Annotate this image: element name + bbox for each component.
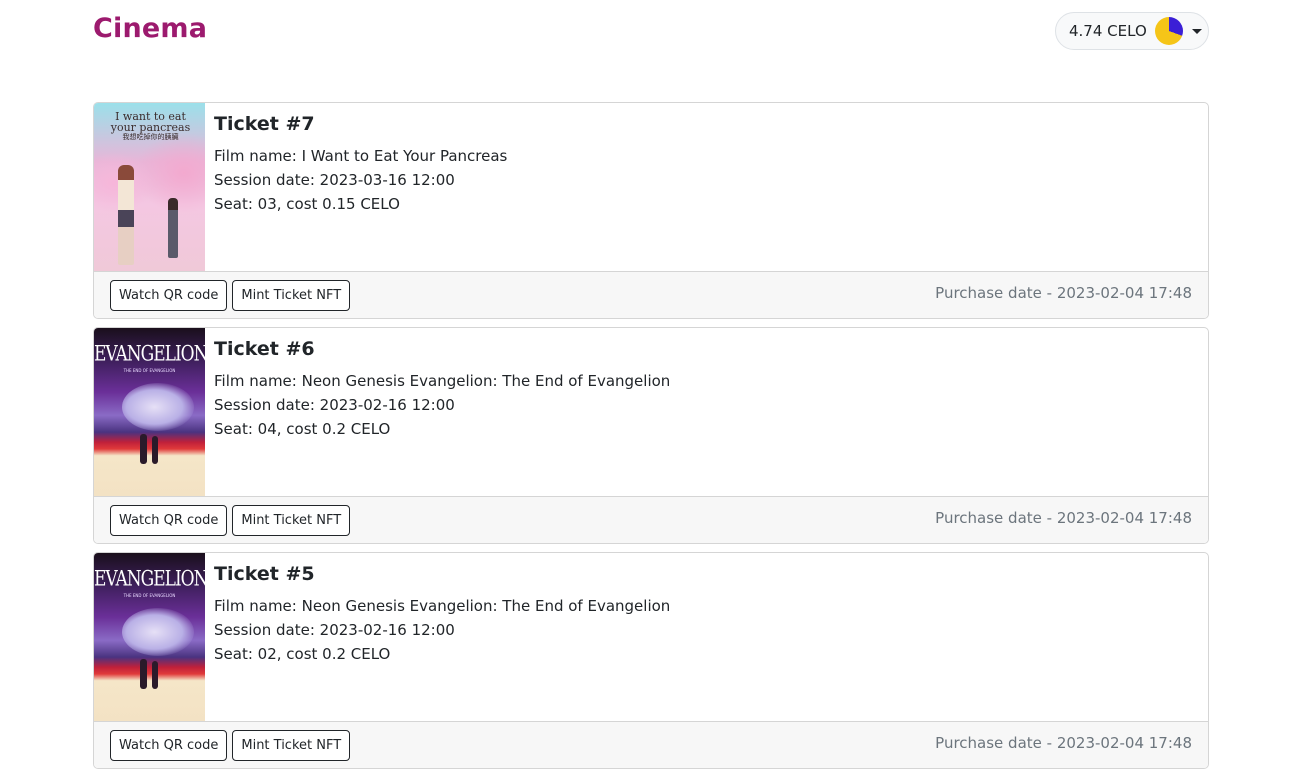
ticket-title: Ticket #6 (214, 338, 315, 360)
film-name: Film name: Neon Genesis Evangelion: The … (214, 372, 671, 390)
poster-title-line: your pancreas (110, 121, 191, 134)
poster-subtitle: THE END OF EVANGELION (123, 593, 176, 598)
poster-figure (122, 608, 194, 656)
film-poster: EVANGELION THE END OF EVANGELION (94, 328, 205, 496)
session-date: Session date: 2023-02-16 12:00 (214, 621, 455, 639)
ticket-card: EVANGELION THE END OF EVANGELION Ticket … (93, 552, 1209, 769)
poster-title-line: 我想吃掉你的胰臟 (122, 133, 179, 141)
ticket-card-body: EVANGELION THE END OF EVANGELION Ticket … (94, 328, 1208, 496)
poster-figure (140, 434, 147, 464)
ticket-title: Ticket #5 (214, 563, 315, 585)
session-date: Session date: 2023-03-16 12:00 (214, 171, 455, 189)
film-poster: I want to eat your pancreas 我想吃掉你的胰臟 (94, 103, 205, 271)
purchase-date: Purchase date - 2023-02-04 17:48 (935, 284, 1192, 302)
chevron-down-icon (1191, 28, 1202, 34)
poster-figure (152, 436, 158, 464)
watch-qr-button[interactable]: Watch QR code (110, 730, 228, 761)
ticket-info: Ticket #5 Film name: Neon Genesis Evange… (205, 553, 670, 721)
ticket-info: Ticket #6 Film name: Neon Genesis Evange… (205, 328, 670, 496)
ticket-card-body: I want to eat your pancreas 我想吃掉你的胰臟 Tic… (94, 103, 1208, 271)
mint-nft-button[interactable]: Mint Ticket NFT (232, 280, 351, 311)
ticket-title: Ticket #7 (214, 113, 315, 135)
purchase-date: Purchase date - 2023-02-04 17:48 (935, 509, 1192, 527)
ticket-card-footer: Watch QR code Mint Ticket NFT Purchase d… (94, 496, 1208, 543)
ticket-card-body: EVANGELION THE END OF EVANGELION Ticket … (94, 553, 1208, 721)
poster-figure (152, 661, 158, 689)
mint-nft-button[interactable]: Mint Ticket NFT (232, 730, 351, 761)
wallet-balance: 4.74 CELO (1069, 22, 1147, 40)
film-name: Film name: Neon Genesis Evangelion: The … (214, 597, 671, 615)
seat-cost: Seat: 04, cost 0.2 CELO (214, 420, 391, 438)
mint-nft-button[interactable]: Mint Ticket NFT (232, 505, 351, 536)
seat-cost: Seat: 03, cost 0.15 CELO (214, 195, 400, 213)
watch-qr-button[interactable]: Watch QR code (110, 505, 228, 536)
poster-title: I want to eat your pancreas 我想吃掉你的胰臟 (100, 111, 201, 142)
film-name: Film name: I Want to Eat Your Pancreas (214, 147, 508, 165)
wallet-avatar-icon (1154, 17, 1183, 45)
session-date: Session date: 2023-02-16 12:00 (214, 396, 455, 414)
poster-figure (118, 165, 134, 265)
poster-subtitle: THE END OF EVANGELION (123, 368, 176, 373)
ticket-info: Ticket #7 Film name: I Want to Eat Your … (205, 103, 507, 271)
ticket-card: EVANGELION THE END OF EVANGELION Ticket … (93, 327, 1209, 544)
ticket-list: I want to eat your pancreas 我想吃掉你的胰臟 Tic… (93, 102, 1209, 773)
film-poster: EVANGELION THE END OF EVANGELION (94, 553, 205, 721)
poster-figure (140, 659, 147, 689)
poster-title: EVANGELION (94, 341, 205, 367)
poster-title: EVANGELION (94, 566, 205, 592)
wallet-button[interactable]: 4.74 CELO (1055, 12, 1209, 50)
purchase-date: Purchase date - 2023-02-04 17:48 (935, 734, 1192, 752)
brand-logo[interactable]: Cinema (93, 13, 207, 44)
ticket-card: I want to eat your pancreas 我想吃掉你的胰臟 Tic… (93, 102, 1209, 319)
ticket-card-footer: Watch QR code Mint Ticket NFT Purchase d… (94, 271, 1208, 318)
seat-cost: Seat: 02, cost 0.2 CELO (214, 645, 391, 663)
poster-figure (122, 383, 194, 431)
ticket-card-footer: Watch QR code Mint Ticket NFT Purchase d… (94, 721, 1208, 768)
watch-qr-button[interactable]: Watch QR code (110, 280, 228, 311)
poster-figure (168, 198, 178, 258)
